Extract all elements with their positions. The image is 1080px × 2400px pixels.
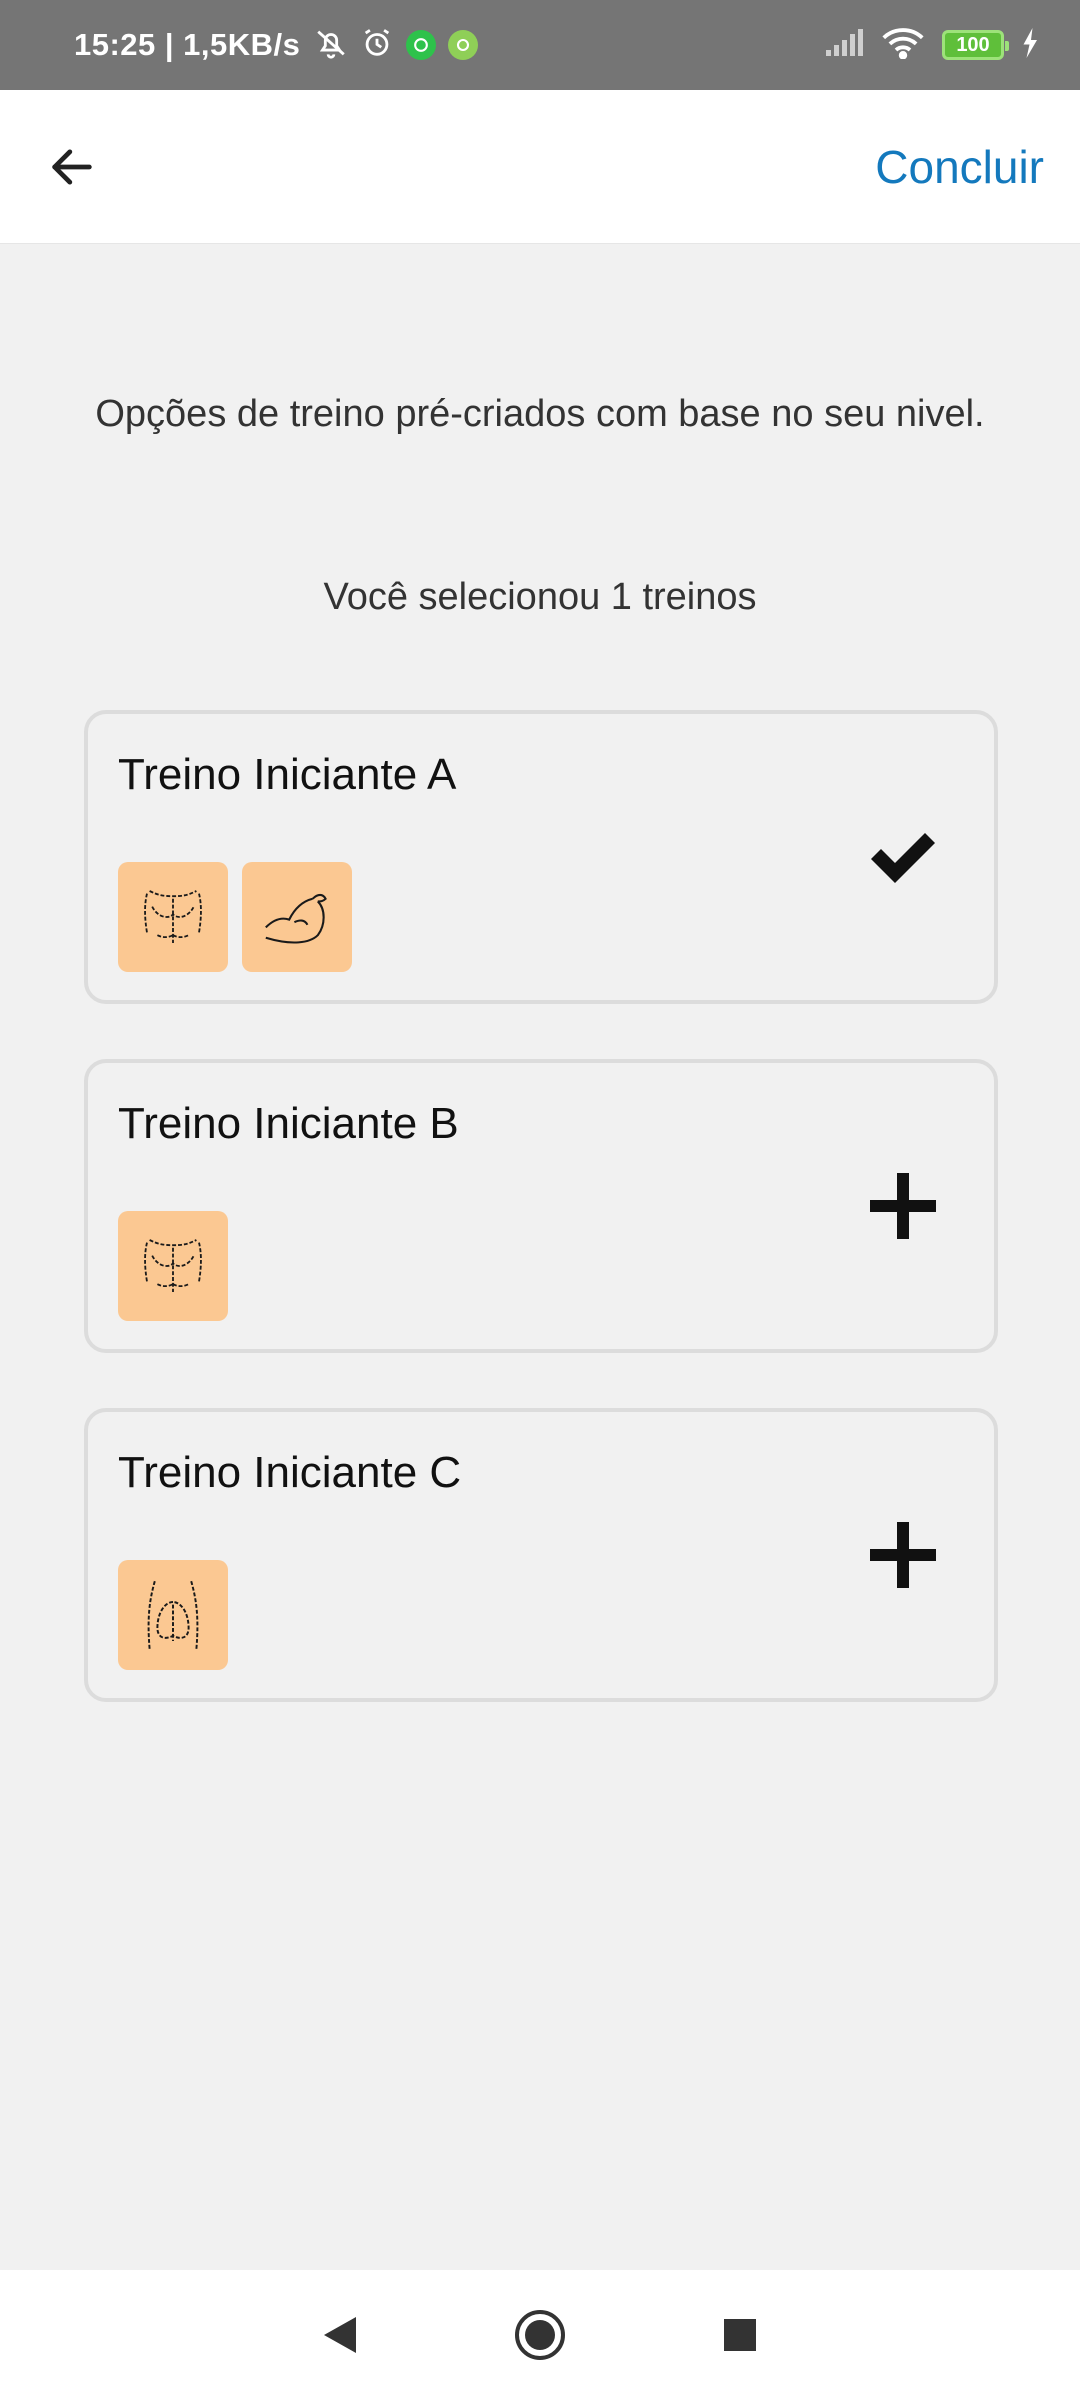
arrow-left-icon xyxy=(52,148,92,185)
signal-icon xyxy=(824,28,864,63)
chest-icon xyxy=(118,1211,228,1321)
battery-level: 100 xyxy=(956,33,990,56)
muscle-thumbs xyxy=(118,862,352,972)
status-right-icons: 100 xyxy=(824,27,1040,64)
home-circle-icon[interactable] xyxy=(505,2300,575,2370)
checkmark-icon[interactable] xyxy=(860,814,946,900)
whatsapp-icon xyxy=(406,30,437,60)
workout-title: Treino Iniciante A xyxy=(118,750,457,799)
biceps-icon xyxy=(242,862,352,972)
app-bar: Concluir xyxy=(0,90,1080,244)
status-bar: 15:25 | 1,5KB/s 100 xyxy=(0,0,1080,90)
mute-bell-icon xyxy=(314,26,348,65)
workout-title: Treino Iniciante B xyxy=(118,1099,459,1148)
done-button[interactable]: Concluir xyxy=(875,140,1044,194)
back-button[interactable] xyxy=(40,135,104,199)
chest-icon xyxy=(118,862,228,972)
plus-icon[interactable] xyxy=(860,1512,946,1598)
selected-count: Você selecionou 1 treinos xyxy=(323,576,757,618)
muscle-thumbs xyxy=(118,1211,228,1321)
charging-icon xyxy=(1022,27,1040,63)
back-triangle-icon[interactable] xyxy=(305,2300,375,2370)
glutes-icon xyxy=(118,1560,228,1670)
system-nav-bar xyxy=(0,2270,1080,2400)
workout-card-c[interactable]: Treino Iniciante C xyxy=(84,1408,998,1702)
workout-title: Treino Iniciante C xyxy=(118,1448,462,1497)
status-time: 15:25 | 1,5KB/s xyxy=(74,27,301,62)
intro-text: Opções de treino pré-criados com base no… xyxy=(95,393,985,435)
status-left-icons xyxy=(314,26,479,65)
settings-app-icon xyxy=(448,30,479,60)
battery-icon: 100 xyxy=(942,30,1009,60)
workout-card-a[interactable]: Treino Iniciante A xyxy=(84,710,998,1004)
muscle-thumbs xyxy=(118,1560,228,1670)
plus-icon[interactable] xyxy=(860,1163,946,1249)
recents-square-icon[interactable] xyxy=(705,2300,775,2370)
workout-card-b[interactable]: Treino Iniciante B xyxy=(84,1059,998,1353)
wifi-icon xyxy=(882,27,924,64)
alarm-icon xyxy=(360,26,394,65)
